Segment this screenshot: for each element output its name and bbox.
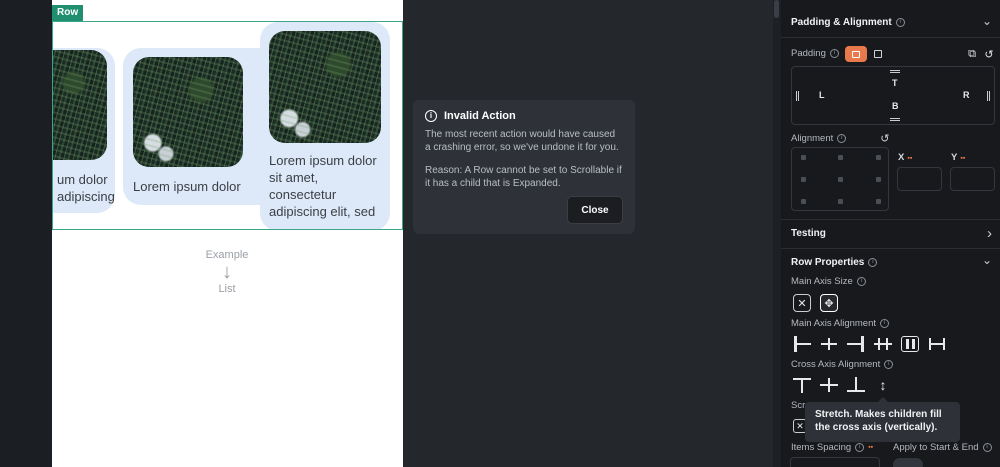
alignment-label-text: Alignment [791,133,834,144]
label-text: Cross Axis Alignment [791,359,881,370]
chevron-right-icon[interactable]: › [987,225,992,242]
card-image [133,57,243,167]
help-icon[interactable]: i [829,49,839,58]
scrollbar-thumb[interactable] [774,0,779,18]
toast-reason: Reason: A Row cannot be set to Scrollabl… [425,165,622,189]
help-icon[interactable]: i [880,319,890,328]
toast-message: The most recent action would have caused… [425,129,619,153]
padding-alignment-header[interactable]: Padding & Alignment i [791,17,905,28]
help-icon[interactable]: i [884,360,894,369]
help-icon[interactable]: i [895,18,905,27]
canvas-preview[interactable]: Row um dolor adipiscing Lorem ipsum dolo… [52,0,403,467]
copy-icon[interactable]: ⧉ [963,45,981,63]
space-around-icon[interactable] [901,336,919,352]
card-image [53,50,107,160]
padding-label-text: Padding [791,48,826,59]
x-label: X ▪▪ [898,152,913,163]
help-icon[interactable]: i [856,277,866,286]
main-axis-size-label: Main Axis Size i [791,276,866,287]
example-label: Example [205,249,249,261]
row-properties-header[interactable]: Row Properties i [791,257,878,268]
row-widget[interactable]: um dolor adipiscing Lorem ipsum dolor Lo… [52,21,403,230]
scrollbar-track[interactable] [773,0,781,467]
items-spacing-label: Items Spacing i ▪▪ [791,442,873,453]
section-title: Padding & Alignment [791,17,892,28]
cross-stretch-icon[interactable]: ↕ [874,377,892,393]
padding-editor[interactable]: T B L R [791,66,995,125]
padding-right[interactable]: R [963,90,970,100]
testing-header[interactable]: Testing [791,228,826,239]
alignment-label: Alignment i ↺ [791,132,889,145]
align-end-icon[interactable] [847,336,865,352]
example-list-hint: Example ↓ List [192,249,262,295]
padding-individual-button[interactable] [870,46,886,62]
help-icon[interactable]: i [855,443,865,452]
help-icon[interactable]: i [837,134,847,143]
chevron-down-icon[interactable]: ⌄ [982,14,992,28]
padding-left[interactable]: L [819,90,825,100]
y-label: Y ▪▪ [951,152,966,163]
help-icon[interactable]: i [982,443,992,452]
padding-label: Padding i [791,48,839,59]
align-start-icon[interactable] [793,336,811,352]
card-3[interactable]: Lorem ipsum dolor sit amet, consectetur … [260,22,390,229]
divider [781,248,1000,249]
stretch-tooltip: Stretch. Makes children fill the cross a… [805,397,960,442]
padding-top[interactable]: T [892,78,898,88]
label-text: Main Axis Alignment [791,318,877,329]
cross-end-icon[interactable] [847,377,865,393]
row-widget-tag[interactable]: Row [52,5,84,21]
card-text: um dolor adipiscing [57,172,115,204]
space-evenly-icon[interactable] [928,336,946,352]
align-center-icon[interactable] [820,336,838,352]
card-1[interactable]: um dolor adipiscing [53,48,115,213]
items-spacing-input[interactable] [790,457,880,467]
y-input[interactable] [950,167,995,191]
divider [781,219,1000,220]
label-text: Apply to Start & End [893,442,979,453]
card-text: Lorem ipsum dolor [133,179,241,194]
card-image [269,31,381,143]
toast-title: Invalid Action [444,110,516,122]
cross-start-icon[interactable] [793,377,811,393]
close-button[interactable]: Close [567,196,623,224]
space-between-icon[interactable] [874,336,892,352]
alignment-grid[interactable] [791,147,889,211]
cross-axis-alignment-label: Cross Axis Alignment i [791,359,894,370]
x-input[interactable] [897,167,942,191]
main-axis-alignment-label: Main Axis Alignment i [791,318,890,329]
help-icon[interactable]: i [868,258,878,267]
padding-mode-toggle[interactable] [845,46,887,62]
cross-center-icon[interactable] [820,377,838,393]
section-title: Testing [791,228,826,239]
square-icon [852,50,860,58]
main-axis-size-max-icon[interactable]: ✥ [820,294,838,312]
apply-start-end-label: Apply to Start & End i [893,442,992,453]
label-text: Main Axis Size [791,276,853,287]
variable-icon[interactable]: ▪▪ [868,444,873,451]
divider [781,37,1000,38]
padding-uniform-button[interactable] [845,46,867,62]
card-text: Lorem ipsum dolor sit amet, consectetur … [269,153,377,219]
reset-icon[interactable]: ↺ [980,45,998,63]
section-title: Row Properties [791,257,865,268]
arrow-down-icon: ↓ [222,261,232,283]
main-axis-size-min-icon[interactable]: ✕ [793,294,811,312]
info-icon: i [425,110,437,122]
list-label: List [218,283,236,295]
invalid-action-toast: i Invalid Action The most recent action … [413,100,635,234]
chevron-down-icon[interactable]: ⌄ [982,253,992,267]
square-icon [874,50,882,58]
apply-start-end-switch[interactable] [893,458,923,467]
left-gutter [0,0,52,467]
card-2[interactable]: Lorem ipsum dolor [123,48,281,205]
padding-bottom[interactable]: B [892,101,899,111]
reset-icon[interactable]: ↺ [880,132,889,145]
label-text: Items Spacing [791,442,852,453]
properties-panel: Padding & Alignment i ⌄ Padding i ⧉ ↺ T … [781,0,1000,467]
